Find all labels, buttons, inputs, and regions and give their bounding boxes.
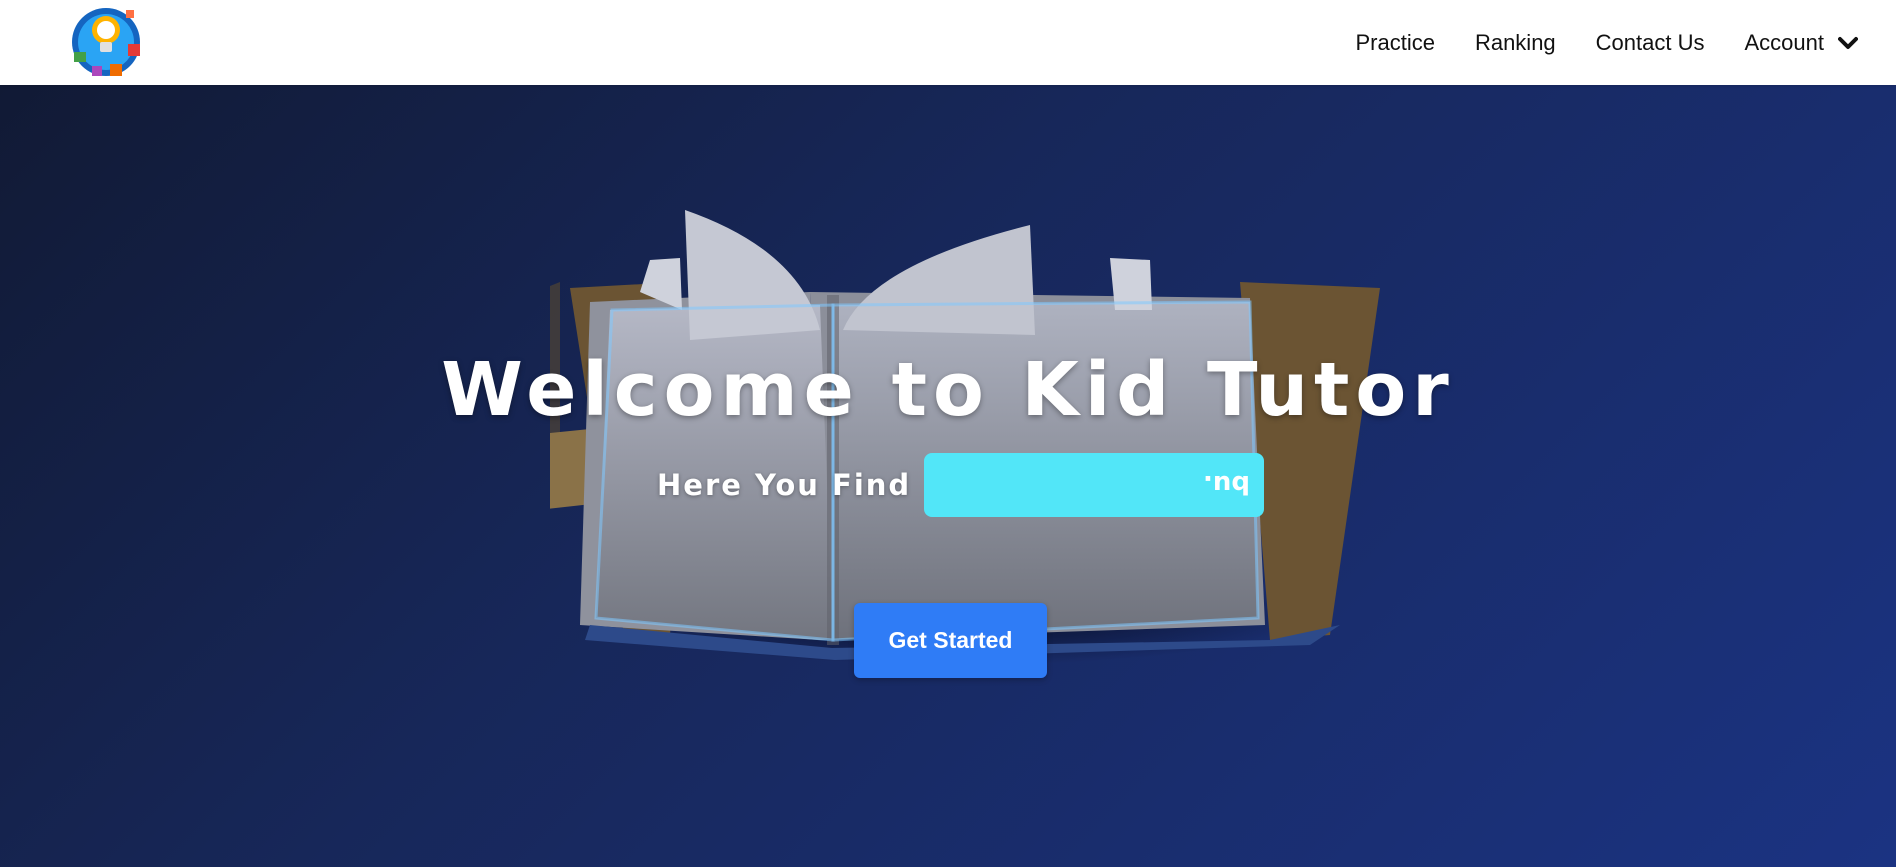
typing-animation-box: bu.: [924, 453, 1265, 517]
find-row: Here You Find bu.: [657, 453, 1265, 517]
nav-account-dropdown[interactable]: Account: [1744, 29, 1858, 56]
nav-practice[interactable]: Practice: [1355, 30, 1434, 56]
nav-ranking-label: Ranking: [1474, 29, 1556, 55]
nav-practice-label: Practice: [1355, 29, 1435, 55]
hero-title: Welcome to Kid Tutor: [441, 347, 1455, 433]
nav-contact-us-label: Contact Us: [1595, 29, 1705, 55]
chevron-down-icon: [1838, 36, 1858, 49]
hero-section: Welcome to Kid Tutor Here You Find bu. G…: [0, 85, 1896, 867]
nav-ranking[interactable]: Ranking: [1475, 30, 1556, 56]
nav-links: Practice Ranking Contact Us Account: [1315, 0, 1858, 85]
typed-text: bu.: [1203, 469, 1251, 499]
get-started-button[interactable]: Get Started: [854, 603, 1047, 678]
nav-contact-us[interactable]: Contact Us: [1596, 30, 1705, 56]
logo-icon[interactable]: [70, 2, 144, 80]
nav-account-label: Account: [1744, 29, 1825, 55]
find-label: Here You Find: [657, 468, 912, 502]
navbar: Practice Ranking Contact Us Account: [0, 0, 1896, 85]
